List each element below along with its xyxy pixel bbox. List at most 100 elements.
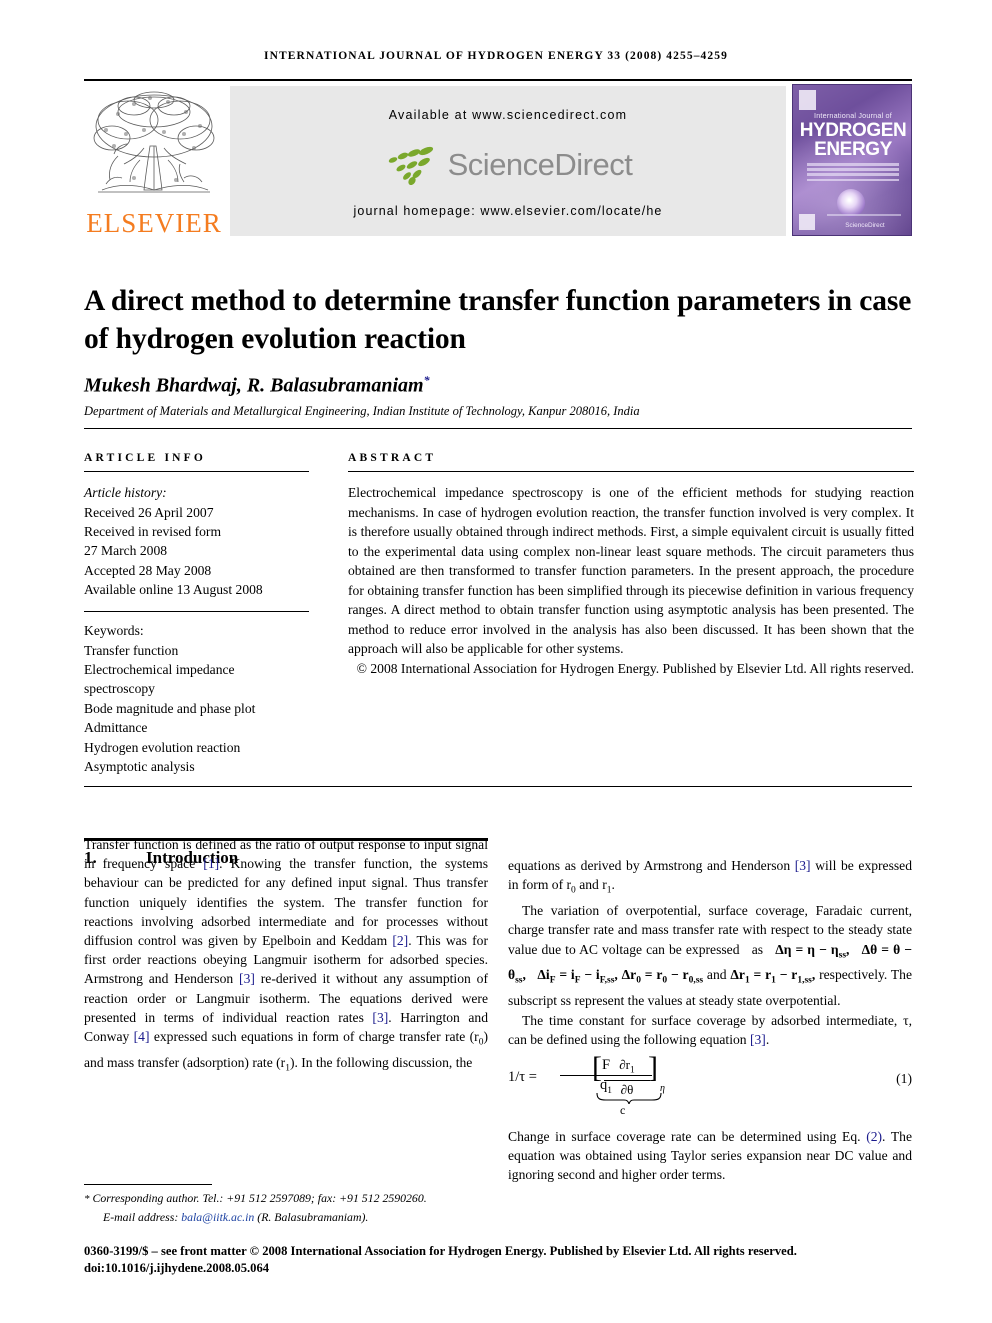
footnote-star: * — [84, 1193, 90, 1205]
article-history-label: Article history: — [84, 485, 167, 501]
partial-numerator-subscript: 1 — [630, 1065, 635, 1076]
abstract-heading: ABSTRACT — [348, 452, 437, 464]
elsevier-tree-icon — [93, 91, 215, 193]
corresponding-author-marker: * — [423, 373, 430, 387]
sciencedirect-wordmark: ScienceDirect — [447, 147, 633, 182]
keyword-item: Admittance — [84, 720, 148, 736]
underbrace-icon — [596, 1092, 662, 1104]
time-constant-text-b: . — [765, 1031, 770, 1047]
email-link[interactable]: bala@iitk.ac.in — [181, 1210, 254, 1224]
inline-eq-and: and — [706, 967, 727, 983]
email-owner: (R. Balasubramaniam). — [254, 1209, 369, 1224]
subscript-one-ss: 1,ss — [797, 976, 812, 987]
variation-text-a: The variation of overpotential, surface … — [508, 903, 912, 957]
partial-fraction-bar — [604, 1079, 650, 1081]
author-names: Mukesh Bhardwaj, R. Balasubramaniam — [84, 374, 424, 397]
journal-cover-thumbnail: International Journal of HYDROGEN ENERGY… — [792, 84, 912, 236]
article-info-column: ARTICLE INFO Article history: Received 2… — [84, 452, 309, 776]
history-item: Accepted 28 May 2008 — [84, 562, 212, 578]
cont-text-3: and r — [575, 877, 607, 893]
surface-coverage-paragraph: Change in surface coverage rate can be d… — [508, 1127, 912, 1185]
citation-ref-3c[interactable]: [3] — [750, 1032, 766, 1047]
variation-as: as — [751, 941, 764, 957]
corresponding-author-note: Corresponding author. Tel.: +91 512 2597… — [92, 1191, 427, 1205]
time-constant-paragraph: The time constant for surface coverage b… — [508, 1011, 912, 1049]
history-item: 27 March 2008 — [84, 543, 168, 559]
intro-paragraph: Transfer function is defined as the rati… — [84, 835, 488, 1079]
elsevier-wordmark: ELSEVIER — [86, 208, 222, 238]
keywords-label: Keywords: — [84, 623, 144, 639]
body-column-right: equations as derived by Armstrong and He… — [508, 856, 912, 1185]
subscript-ss: ss — [838, 950, 847, 961]
inline-eq-if-b: = i — [555, 967, 575, 983]
inline-eq-r1-b: = r — [749, 967, 772, 983]
sciencedirect-leaf-icon — [388, 146, 433, 185]
abstract-text: Electrochemical impedance spectroscopy i… — [348, 485, 914, 657]
sciencedirect-logo: ScienceDirect — [230, 142, 786, 188]
inline-eq-eta: Δη = η − η — [775, 941, 839, 957]
equation-ref-2[interactable]: (2) — [866, 1129, 882, 1144]
equation-1: 1/τ = F q1 [ ] ∂r1 ∂θ η c (1) — [508, 1052, 912, 1121]
intro-text-8: ). In the following discussion, the — [289, 1054, 473, 1070]
citation-ref-3b[interactable]: [3] — [795, 858, 811, 873]
surface-coverage-text-a: Change in surface coverage rate can be d… — [508, 1128, 867, 1144]
page-title: A direct method to determine transfer fu… — [84, 284, 912, 355]
running-head: International Journal of Hydrogen Energy… — [264, 50, 728, 62]
cover-editor-lines — [807, 163, 899, 184]
keyword-item: spectroscopy — [84, 681, 155, 697]
cont-text-1: equations as derived by Armstrong and He… — [508, 858, 795, 873]
footnote-block: * Corresponding author. Tel.: +91 512 25… — [84, 1190, 584, 1226]
abstract-rule — [348, 471, 914, 473]
journal-article-first-page: International Journal of Hydrogen Energy… — [0, 0, 992, 1323]
citation-ref-1[interactable]: [1] — [203, 856, 219, 871]
subscript-ss: ss — [515, 976, 523, 987]
info-block-bottom-rule — [84, 786, 912, 788]
bracket-left-icon: [ — [592, 1050, 602, 1084]
intro-text-6: expressed such equations in form of char… — [149, 1029, 479, 1045]
inline-eq-r1-c: − r — [775, 967, 798, 983]
keyword-item: Transfer function — [84, 642, 179, 658]
citation-ref-5[interactable]: [4] — [134, 1029, 150, 1044]
inline-eq-r0: Δr — [621, 967, 637, 983]
cover-orb-graphic — [837, 189, 865, 217]
abstract-column: ABSTRACT Electrochemical impedance spect… — [348, 452, 914, 678]
cover-line-3: ENERGY — [814, 139, 892, 160]
inline-eq-r0-b: = r — [640, 967, 663, 983]
equation-partial-derivative: ∂r1 ∂θ — [604, 1057, 650, 1097]
subscript-f-ss: F,ss — [599, 976, 615, 987]
keyword-item: Electrochemical impedance — [84, 661, 235, 677]
author-list: Mukesh Bhardwaj, R. Balasubramaniam* — [84, 373, 914, 398]
inline-eq-if-c: − i — [580, 967, 600, 983]
keyword-item: Asymptotic analysis — [84, 758, 195, 774]
elsevier-logo: ELSEVIER — [84, 84, 224, 239]
article-history: Article history: Received 26 April 2007 … — [84, 483, 309, 599]
continued-paragraph: equations as derived by Armstrong and He… — [508, 856, 912, 901]
article-info-heading: ARTICLE INFO — [84, 452, 207, 464]
history-item: Received 26 April 2007 — [84, 504, 214, 520]
affiliation: Department of Materials and Metallurgica… — [84, 404, 640, 418]
equation-lhs: 1/τ = — [508, 1068, 537, 1085]
keyword-item: Hydrogen evolution reaction — [84, 739, 241, 755]
citation-ref-4[interactable]: [3] — [372, 1010, 388, 1025]
masthead: ELSEVIER Available at www.sciencedirect.… — [84, 84, 912, 239]
time-constant-text-a: The time constant for surface coverage b… — [508, 1012, 912, 1047]
footnote-rule — [84, 1184, 212, 1186]
variation-paragraph: The variation of overpotential, surface … — [508, 903, 913, 1009]
email-line: E-mail address: bala@iitk.ac.in (R. Bala… — [84, 1209, 584, 1227]
article-info-separator — [84, 610, 309, 613]
sciencedirect-banner: Available at www.sciencedirect.com Scien… — [230, 86, 786, 236]
available-at-text: Available at www.sciencedirect.com — [388, 108, 628, 122]
history-item: Received in revised form — [84, 523, 222, 539]
inline-eq-if: Δi — [537, 967, 550, 983]
imprint-line: 0360-3199/$ – see front matter © 2008 In… — [84, 1244, 797, 1258]
citation-ref-3[interactable]: [3] — [239, 971, 255, 986]
partial-numerator: ∂r1 — [604, 1057, 650, 1079]
journal-homepage-text: journal homepage: www.elsevier.com/locat… — [353, 204, 663, 218]
subscript-zero-ss: 0,ss — [688, 976, 704, 987]
history-item: Available online 13 August 2008 — [84, 582, 263, 598]
citation-ref-2[interactable]: [2] — [392, 933, 408, 948]
equation-number: (1) — [896, 1070, 912, 1086]
keyword-item: Bode magnitude and phase plot — [84, 700, 256, 716]
header-rule — [84, 79, 912, 81]
cover-footer-mark-icon — [799, 214, 815, 230]
